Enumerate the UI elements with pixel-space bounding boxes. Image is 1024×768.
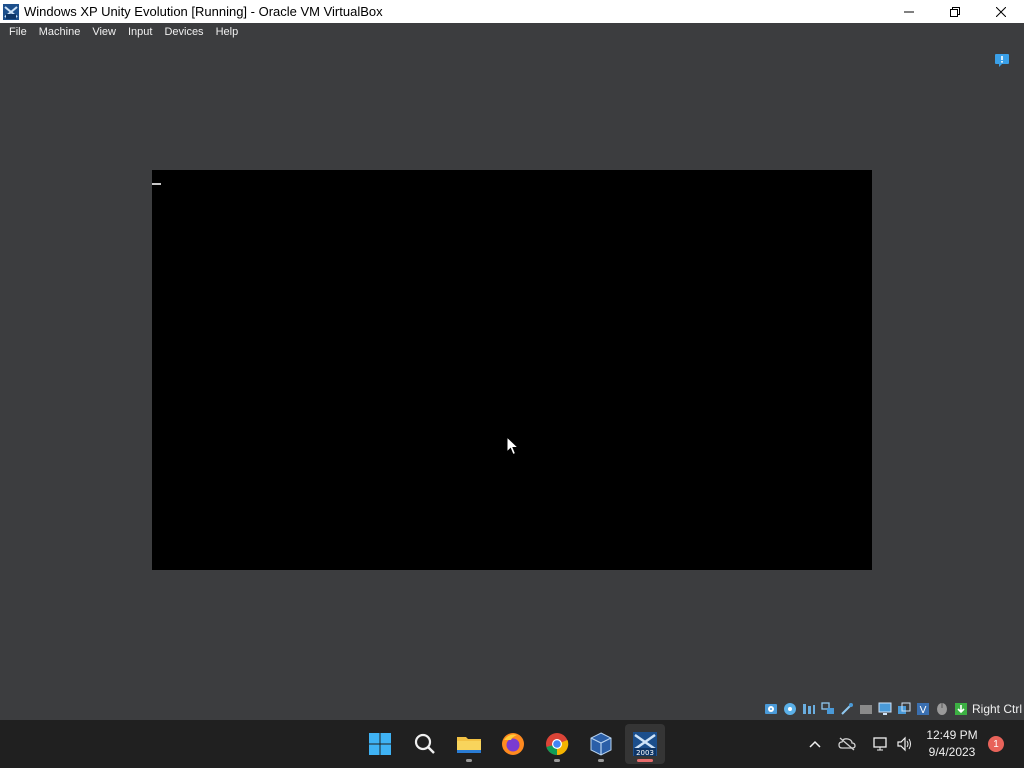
volume-icon[interactable]: [896, 735, 914, 753]
shared-folders-icon[interactable]: [859, 702, 874, 717]
virtualbox-icon: [590, 732, 612, 756]
running-indicator: [598, 759, 604, 762]
firefox-icon: [502, 733, 524, 755]
menu-input[interactable]: Input: [122, 23, 158, 42]
window-controls: [886, 0, 1024, 23]
virtualization-icon[interactable]: V: [916, 702, 931, 717]
text-cursor: [152, 183, 161, 185]
search-icon: [414, 733, 435, 754]
folder-icon: [457, 737, 481, 753]
taskbar: 2003 12:49 PM 9/4/2023: [0, 720, 1024, 768]
clock-date: 9/4/2023: [928, 745, 976, 759]
host-key-label: Right Ctrl: [971, 702, 1022, 716]
menu-help[interactable]: Help: [210, 23, 245, 42]
virtualbox-manager-button[interactable]: [581, 724, 621, 764]
vm-display[interactable]: [152, 170, 872, 570]
network-icon[interactable]: [821, 702, 836, 717]
system-tray: [806, 720, 914, 768]
window-title: Windows XP Unity Evolution [Running] - O…: [24, 4, 383, 19]
menu-devices[interactable]: Devices: [158, 23, 209, 42]
hard-disk-icon[interactable]: [764, 702, 779, 717]
svg-text:V: V: [920, 705, 927, 716]
start-button[interactable]: [360, 724, 400, 764]
onedrive-offline-icon[interactable]: [838, 735, 856, 753]
vm-status-bar: V Right Ctrl: [760, 699, 1024, 719]
close-button[interactable]: [978, 0, 1024, 23]
recording-icon[interactable]: [897, 702, 912, 717]
minimize-icon: [904, 11, 914, 12]
windows-logo-icon: [369, 733, 391, 755]
chrome-icon: [546, 733, 569, 756]
menu-bar: File Machine View Input Devices Help: [0, 23, 1024, 42]
virtualbox-icon: [3, 3, 19, 20]
title-bar[interactable]: Windows XP Unity Evolution [Running] - O…: [0, 0, 1024, 23]
clock[interactable]: 12:49 PM 9/4/2023: [920, 727, 984, 761]
menu-machine[interactable]: Machine: [33, 23, 87, 42]
vm-2003-icon: 2003: [633, 732, 657, 757]
close-icon: [996, 6, 1006, 17]
running-indicator: [554, 759, 560, 762]
vm-window-button[interactable]: 2003: [625, 724, 665, 764]
maximize-icon: [950, 6, 960, 17]
usb-icon[interactable]: [840, 702, 855, 717]
menu-file[interactable]: File: [3, 23, 33, 42]
network-status-icon[interactable]: [872, 735, 890, 753]
notification-badge[interactable]: 1: [988, 736, 1004, 752]
message-info-icon[interactable]: [994, 52, 1010, 68]
menu-view[interactable]: View: [86, 23, 122, 42]
clock-time: 12:49 PM: [926, 728, 978, 742]
file-explorer-button[interactable]: [449, 724, 489, 764]
keyboard-icon[interactable]: [954, 702, 969, 717]
running-indicator: [466, 759, 472, 762]
minimize-button[interactable]: [886, 0, 932, 23]
mouse-pointer-icon: [506, 436, 519, 456]
display-icon[interactable]: [878, 702, 893, 717]
chevron-up-icon[interactable]: [806, 735, 824, 753]
audio-icon[interactable]: [802, 702, 817, 717]
firefox-button[interactable]: [493, 724, 533, 764]
maximize-button[interactable]: [932, 0, 978, 23]
mouse-integration-icon[interactable]: [935, 702, 950, 717]
optical-drive-icon[interactable]: [783, 702, 798, 717]
chrome-button[interactable]: [537, 724, 577, 764]
search-button[interactable]: [405, 724, 445, 764]
active-indicator: [637, 759, 653, 762]
vm-icon-label: 2003: [636, 749, 654, 757]
